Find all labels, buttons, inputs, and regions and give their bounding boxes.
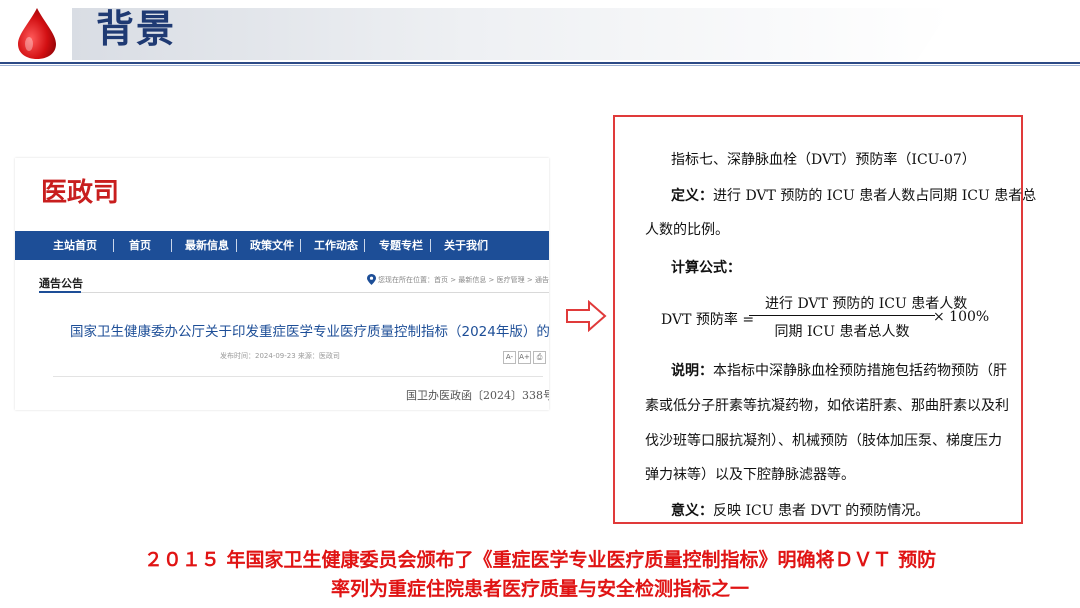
nav-item-policy[interactable]: 政策文件: [250, 231, 294, 260]
section-underline: [39, 291, 81, 293]
site-logo: 医政司: [41, 178, 120, 208]
breadcrumb[interactable]: 您现在所在位置：首页 > 最新信息 > 医疗管理 > 通告公: [378, 275, 549, 285]
print-icon[interactable]: ⎙: [533, 351, 546, 364]
right-arrow-icon: [566, 300, 607, 332]
font-increase-button[interactable]: A+: [518, 351, 531, 364]
formula-label: 计算公式：: [671, 260, 741, 276]
indicator-heading: 指标七、深静脉血栓（DVT）预防率（ICU-07）: [671, 152, 976, 168]
document-number: 国卫办医政函〔2024〕338号: [406, 389, 549, 402]
note-text-cont: 素或低分子肝素等抗凝药物，如依诺肝素、那曲肝素以及利: [645, 398, 1009, 414]
formula-lhs: DVT 预防率 =: [661, 312, 755, 328]
nav-item-about[interactable]: 关于我们: [444, 231, 488, 260]
note-label: 说明：: [671, 363, 713, 379]
note-text-cont: 弹力袜等）以及下腔静脉滤器等。: [645, 467, 855, 483]
formula-numerator: 进行 DVT 预防的 ICU 患者人数: [765, 296, 968, 312]
definition-label: 定义：: [671, 188, 713, 204]
meaning-label: 意义：: [671, 503, 713, 519]
section-divider: [39, 292, 549, 293]
formula-denominator: 同期 ICU 患者总人数: [774, 324, 910, 340]
fraction-bar: [749, 315, 935, 316]
header-divider-thin: [0, 65, 1080, 66]
website-screenshot: 医政司 主站首页 首页 最新信息 政策文件 工作动态 专题专栏 关于我们 通告公…: [15, 158, 549, 410]
header-divider: [0, 62, 1080, 64]
title-banner: [72, 8, 952, 60]
nav-separator: [430, 239, 431, 252]
nav-separator: [113, 239, 114, 252]
nav-item-latest[interactable]: 最新信息: [185, 231, 229, 260]
formula-multiplier: × 100%: [933, 309, 990, 325]
nav-separator: [171, 239, 172, 252]
meaning-text: 反映 ICU 患者 DVT 的预防情况。: [713, 503, 930, 519]
nav-bar: 主站首页 首页 最新信息 政策文件 工作动态 专题专栏 关于我们: [15, 231, 549, 260]
publish-meta: 发布时间：2024-09-23 来源：医政司: [220, 352, 340, 360]
notice-title-link[interactable]: 国家卫生健康委办公厅关于印发重症医学专业医疗质量控制指标（2024年版）的通知: [70, 320, 549, 340]
summary-line-1: ２０１５ 年国家卫生健康委员会颁布了《重症医学专业医疗质量控制指标》明确将ＤＶＴ…: [143, 549, 937, 571]
notice-divider: [53, 376, 543, 377]
blood-drop-icon: [18, 8, 56, 59]
definition-text: 进行 DVT 预防的 ICU 患者人数占同期 ICU 患者总: [713, 188, 1037, 204]
location-pin-icon: [367, 274, 376, 285]
definition-text-cont: 人数的比例。: [645, 222, 729, 238]
nav-item-main-home[interactable]: 主站首页: [53, 231, 97, 260]
indicator-box: 指标七、深静脉血栓（DVT）预防率（ICU-07） 定义：进行 DVT 预防的 …: [613, 115, 1036, 524]
nav-item-topics[interactable]: 专题专栏: [379, 231, 423, 260]
nav-separator: [300, 239, 301, 252]
section-title: 通告公告: [39, 277, 83, 290]
summary-line-2: 率列为重症住院患者医疗质量与安全检测指标之一: [330, 578, 749, 600]
nav-separator: [364, 239, 365, 252]
nav-item-home[interactable]: 首页: [129, 231, 151, 260]
font-decrease-button[interactable]: A-: [503, 351, 516, 364]
nav-separator: [236, 239, 237, 252]
note-text: 本指标中深静脉血栓预防措施包括药物预防（肝: [713, 363, 1007, 379]
nav-item-work[interactable]: 工作动态: [314, 231, 358, 260]
note-text-cont: 伐沙班等口服抗凝剂）、机械预防（肢体加压泵、梯度压力: [645, 433, 1002, 449]
page-title: 背景: [96, 7, 177, 51]
